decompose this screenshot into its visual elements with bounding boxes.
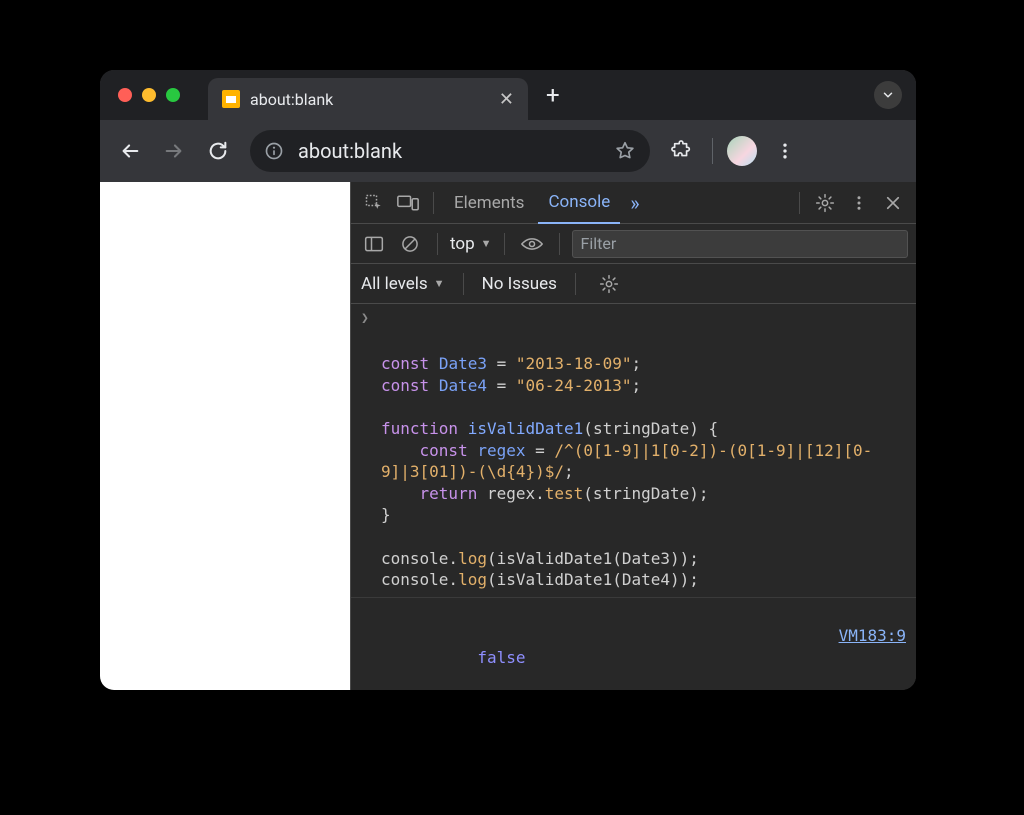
execution-context-selector[interactable]: top ▼	[450, 234, 492, 254]
log-value: false	[477, 648, 525, 667]
separator	[504, 233, 505, 255]
browser-toolbar: about:blank	[100, 120, 916, 182]
console-settings-button[interactable]	[594, 269, 624, 299]
devtools-close-button[interactable]	[878, 188, 908, 218]
issues-label: No Issues	[482, 274, 557, 294]
devtools-tabs: Elements Console »	[351, 182, 916, 224]
separator	[575, 273, 576, 295]
console-log-entry: VM183:9 false	[351, 598, 916, 690]
devtools-panel: Elements Console »	[350, 182, 916, 690]
info-icon	[264, 141, 284, 161]
separator	[433, 192, 434, 214]
minimize-window-button[interactable]	[142, 88, 156, 102]
tab-elements[interactable]: Elements	[444, 182, 534, 224]
console-input-entry: ❯ const Date3 = "2013-18-09"; const Date…	[351, 304, 916, 598]
content-area: Elements Console »	[100, 182, 916, 690]
separator	[437, 233, 438, 255]
gear-icon	[599, 274, 619, 294]
kebab-icon	[775, 141, 795, 161]
chevron-down-icon: ▼	[481, 237, 492, 250]
browser-menu-button[interactable]	[765, 131, 805, 171]
chevron-down-icon	[881, 88, 895, 102]
gear-icon	[815, 193, 835, 213]
browser-window: about:blank ✕ + about:blank	[100, 70, 916, 690]
window-controls	[118, 88, 180, 102]
puzzle-icon	[671, 140, 693, 162]
separator	[559, 233, 560, 255]
tab-title: about:blank	[250, 90, 333, 109]
arrow-left-icon	[119, 140, 141, 162]
address-bar[interactable]: about:blank	[250, 130, 650, 172]
levels-label: All levels	[361, 274, 428, 294]
log-levels-selector[interactable]: All levels ▼	[361, 274, 445, 294]
console-levels-bar: All levels ▼ No Issues	[351, 264, 916, 304]
device-toolbar-button[interactable]	[393, 188, 423, 218]
console-output[interactable]: ❯ const Date3 = "2013-18-09"; const Date…	[351, 304, 916, 690]
reload-icon	[207, 140, 229, 162]
extensions-button[interactable]	[662, 131, 702, 171]
devtools-settings-button[interactable]	[810, 188, 840, 218]
back-button[interactable]	[110, 131, 150, 171]
close-window-button[interactable]	[118, 88, 132, 102]
close-icon	[884, 194, 902, 212]
page-viewport[interactable]	[100, 182, 350, 690]
clear-icon	[400, 234, 420, 254]
bookmark-button[interactable]	[614, 140, 636, 162]
site-info-button[interactable]	[264, 141, 284, 161]
inspect-element-button[interactable]	[359, 188, 389, 218]
kebab-icon	[850, 194, 868, 212]
tab-strip: about:blank ✕ +	[100, 70, 916, 120]
profile-avatar[interactable]	[727, 136, 757, 166]
reload-button[interactable]	[198, 131, 238, 171]
url-text: about:blank	[298, 139, 600, 163]
tab-close-button[interactable]: ✕	[499, 89, 514, 110]
toggle-sidebar-button[interactable]	[359, 229, 389, 259]
context-label: top	[450, 234, 475, 254]
inspect-icon	[364, 193, 384, 213]
separator	[799, 192, 800, 214]
device-icon	[397, 193, 419, 213]
arrow-right-icon	[163, 140, 185, 162]
console-filter-input[interactable]: Filter	[572, 230, 908, 258]
toolbar-separator	[712, 138, 713, 164]
input-chevron-icon: ❯	[361, 310, 369, 328]
devtools-menu-button[interactable]	[844, 188, 874, 218]
filter-placeholder: Filter	[581, 234, 617, 253]
console-toolbar: top ▼ Filter	[351, 224, 916, 264]
live-expression-button[interactable]	[517, 229, 547, 259]
new-tab-button[interactable]: +	[546, 81, 560, 109]
separator	[463, 273, 464, 295]
source-link[interactable]: VM183:9	[839, 625, 906, 647]
tab-console[interactable]: Console	[538, 182, 620, 224]
tab-list-button[interactable]	[874, 81, 902, 109]
tab-favicon	[222, 90, 240, 108]
more-tabs-button[interactable]: »	[624, 191, 645, 215]
clear-console-button[interactable]	[395, 229, 425, 259]
maximize-window-button[interactable]	[166, 88, 180, 102]
forward-button[interactable]	[154, 131, 194, 171]
star-icon	[614, 140, 636, 162]
eye-icon	[521, 236, 543, 252]
browser-tab[interactable]: about:blank ✕	[208, 78, 528, 120]
chevron-down-icon: ▼	[434, 277, 445, 290]
sidebar-icon	[364, 235, 384, 253]
